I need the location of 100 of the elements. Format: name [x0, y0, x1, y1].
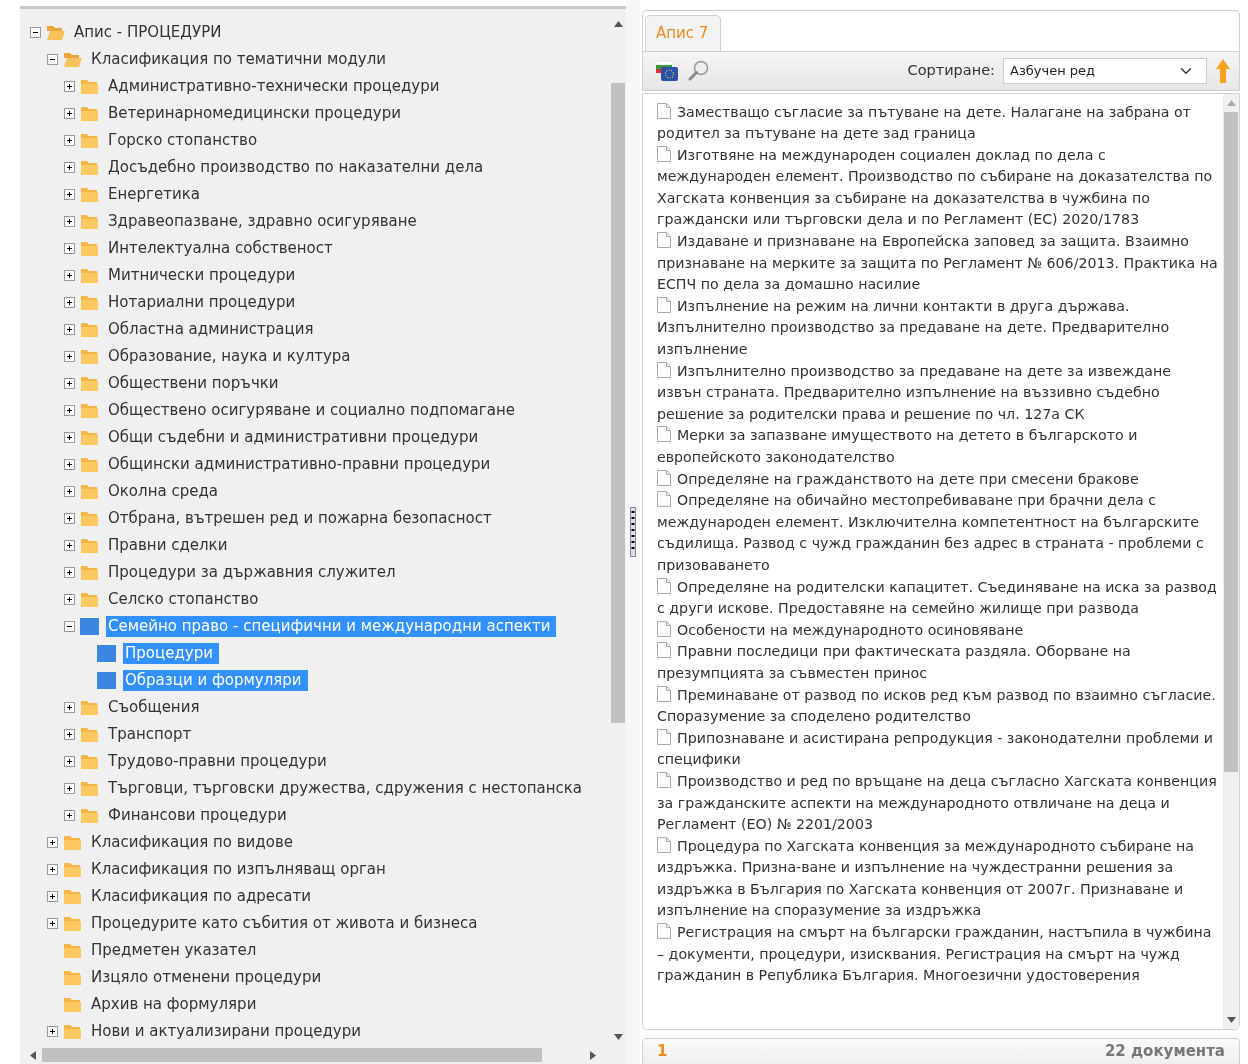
expand-icon[interactable]: [64, 405, 75, 416]
expand-icon[interactable]: [47, 837, 58, 848]
tree-item[interactable]: Образование, наука и култура: [106, 346, 357, 367]
tree-item[interactable]: Здравеопазване, здравно осигуряване: [106, 211, 423, 232]
expand-icon[interactable]: [47, 1026, 58, 1037]
tree-item[interactable]: Архив на формуляри: [89, 994, 263, 1015]
tree-item[interactable]: Изцяло отменени процедури: [89, 967, 328, 988]
tree-item[interactable]: Класификация по адресати: [89, 886, 317, 907]
tree-item[interactable]: Класификация по изпълняващ орган: [89, 859, 392, 880]
splitter-handle-icon[interactable]: [630, 507, 636, 557]
expand-icon[interactable]: [64, 297, 75, 308]
tree-item[interactable]: Ветеринарномедицински процедури: [106, 103, 407, 124]
tree-item[interactable]: Транспорт: [106, 724, 198, 745]
expand-icon[interactable]: [64, 702, 75, 713]
expand-icon[interactable]: [64, 351, 75, 362]
document-icon: [657, 728, 671, 745]
expand-icon[interactable]: [64, 567, 75, 578]
tree-item[interactable]: Правни сделки: [106, 535, 234, 556]
document-link[interactable]: Изпълнително производство за предаване на дете за извеждане извън страната. Предварително изпълнение на въззивно съдебно решение за родителски права и решение по чл. 127а СК: [657, 360, 1219, 426]
tree-item[interactable]: Обществени поръчки: [106, 373, 285, 394]
document-link[interactable]: Правни последици при фактическата раздяла. Оборване на презумпцията за съвместен принос: [657, 641, 1219, 685]
folder-icon: [63, 1023, 82, 1040]
tree-item[interactable]: Селско стопанство: [106, 589, 265, 610]
document-link[interactable]: Изготвяне на международен социален доклад по дела с международен елемент. Производство по събиране на доказателства по Хагската конвенция за събиране на доказателства в чужбина по граждански или търговски дела и по Регламент (ЕС) 2020/1783: [657, 144, 1219, 232]
document-link[interactable]: Преминаване от развод по исков ред към развод по взаимно съгласие. Споразумение за споделено родителство: [657, 684, 1219, 728]
expand-icon[interactable]: [47, 891, 58, 902]
scrollbar-thumb[interactable]: [611, 83, 625, 723]
expand-icon[interactable]: [64, 162, 75, 173]
document-link[interactable]: Мерки за запазване имуществото на детето в българското и европейското законодателство: [657, 425, 1219, 469]
document-link[interactable]: Определяне на гражданството на дете при смесени бракове: [657, 468, 1219, 491]
expand-icon[interactable]: [64, 459, 75, 470]
tree-item[interactable]: Трудово-правни процедури: [106, 751, 333, 772]
scroll-right-icon[interactable]: [590, 1050, 596, 1060]
expand-icon[interactable]: [64, 810, 75, 821]
tree-item[interactable]: Административно-технически процедури: [106, 76, 446, 97]
tree-item[interactable]: Обществено осигуряване и социално подпомагане: [106, 400, 521, 421]
expand-icon[interactable]: [64, 594, 75, 605]
tree-item[interactable]: Митнически процедури: [106, 265, 302, 286]
scroll-down-icon[interactable]: [613, 1034, 623, 1040]
document-link[interactable]: Производство и ред по връщане на деца съгласно Хагската конвенция за гражданските аспекти на международното отвличане на деца и Регламент (ЕО) № 2201/2003: [657, 770, 1219, 836]
tree-item[interactable]: Интелектуална собственост: [106, 238, 339, 259]
document-link[interactable]: Изпълнение на режим на лични контакти в друга държава. Изпълнително производство за предаване на дете. Предварително изпълнение: [657, 295, 1219, 361]
expand-icon[interactable]: [64, 756, 75, 767]
tree-item[interactable]: Досъдебно производство по наказателни дела: [106, 157, 490, 178]
collapse-icon[interactable]: [64, 621, 75, 632]
expand-icon[interactable]: [64, 729, 75, 740]
scrollbar-thumb[interactable]: [42, 1048, 542, 1062]
expand-icon[interactable]: [64, 540, 75, 551]
folder-icon: [80, 375, 99, 392]
expand-icon[interactable]: [64, 378, 75, 389]
document-link[interactable]: Регистрация на смърт на български гражданин, настъпила в чужбина – документи, процедури, изисквания. Регистрация на смърт на чужд гражданин в Република България. Многоезични удостоверения: [657, 922, 1219, 987]
tree-item[interactable]: Съобщения: [106, 697, 206, 718]
expand-icon[interactable]: [64, 270, 75, 281]
tree-item[interactable]: Околна среда: [106, 481, 224, 502]
expand-icon[interactable]: [64, 486, 75, 497]
tree-item[interactable]: Класификация по видове: [89, 832, 299, 853]
tree-item[interactable]: Енергетика: [106, 184, 206, 205]
flag-icon[interactable]: [655, 59, 679, 82]
document-icon: [657, 685, 671, 702]
collapse-icon[interactable]: [30, 27, 41, 38]
expand-icon[interactable]: [64, 216, 75, 227]
expand-icon[interactable]: [64, 324, 75, 335]
expand-icon[interactable]: [47, 918, 58, 929]
tree-item[interactable]: Общински административно-правни процедури: [106, 454, 497, 475]
collapse-icon[interactable]: [47, 54, 58, 65]
tree-item[interactable]: Областна администрация: [106, 319, 320, 340]
document-link[interactable]: Определяне на родителски капацитет. Съединяване на иска за развод с други искове. Предоставяне на семейно жилище при развода: [657, 576, 1219, 620]
scrollbar-thumb[interactable]: [1224, 111, 1238, 772]
scroll-up-icon[interactable]: [613, 21, 623, 27]
sort-dropdown[interactable]: Азбучен ред: [1003, 57, 1207, 84]
expand-icon[interactable]: [64, 108, 75, 119]
tree-item[interactable]: Търговци, търговски дружества, сдружения с нестопанска: [106, 778, 588, 799]
document-link[interactable]: Заместващо съгласие за пътуване на дете. Налагане на забрана от родител за пътуване на дете зад граница: [657, 101, 1219, 145]
tree-item[interactable]: Нови и актуализирани процедури: [89, 1021, 367, 1042]
tree-item[interactable]: Финансови процедури: [106, 805, 293, 826]
expand-icon[interactable]: [64, 513, 75, 524]
scroll-down-icon[interactable]: [1226, 1017, 1236, 1023]
tree-item[interactable]: Процедури за държавния служител: [106, 562, 402, 583]
expand-icon[interactable]: [64, 135, 75, 146]
tree-item[interactable]: Горско стопанство: [106, 130, 264, 151]
tree-item[interactable]: Предметен указател: [89, 940, 263, 961]
tree-item[interactable]: Общи съдебни и административни процедури: [106, 427, 485, 448]
document-link[interactable]: Припознаване и асистирана репродукция - законодателни проблеми и специфики: [657, 727, 1219, 771]
search-icon[interactable]: [687, 59, 711, 82]
expand-icon[interactable]: [64, 432, 75, 443]
document-link[interactable]: Процедура по Хагската конвенция за международното събиране на издръжка. Призна-ване и изпълнение на чуждестранни решения за издръжка в България по Хагската конвенция от 2007г. Признаване и изпълнение на споразумение за издръжка: [657, 835, 1219, 923]
tree-item[interactable]: Отбрана, вътрешен ред и пожарна безопасност: [106, 508, 498, 529]
expand-icon[interactable]: [47, 864, 58, 875]
expand-icon[interactable]: [64, 783, 75, 794]
document-link[interactable]: Определяне на обичайно местопребиваване при брачни дела с международен елемент. Изключителна компетентност на българските съдилища. Развод с чужд гражданин без адрес в страната - проблеми с призоваването: [657, 490, 1219, 577]
tree-item[interactable]: Апис - ПРОЦЕДУРИ: [72, 22, 228, 43]
tree-item[interactable]: Нотариални процедури: [106, 292, 302, 313]
document-link[interactable]: Издаване и признаване на Европейска заповед за защита. Взаимно признаване на мерките за защита по Регламент № 606/2013. Практика на ЕСПЧ по дела за домашно насилие: [657, 231, 1219, 296]
document-link[interactable]: Особености на международното осиновяване: [657, 619, 1219, 642]
expand-icon[interactable]: [64, 189, 75, 200]
expand-icon[interactable]: [64, 81, 75, 92]
tree-item[interactable]: Класификация по тематични модули: [89, 49, 392, 70]
tree-item[interactable]: Процедурите като събития от живота и бизнеса: [89, 913, 484, 934]
scroll-left-icon[interactable]: [30, 1050, 36, 1060]
expand-icon[interactable]: [64, 243, 75, 254]
